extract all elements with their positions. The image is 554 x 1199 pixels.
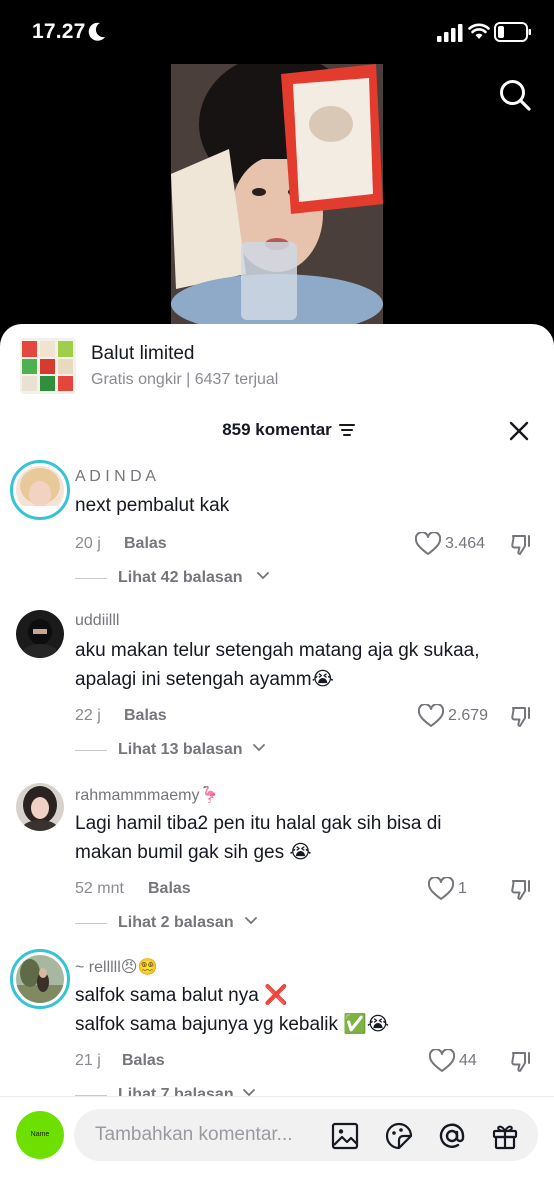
avatar[interactable]	[16, 610, 64, 658]
thumbs-down-icon[interactable]	[510, 705, 534, 729]
like-button[interactable]: 3.464	[415, 532, 495, 558]
close-icon[interactable]	[506, 418, 532, 444]
comments-count: 859 komentar	[222, 420, 332, 439]
like-button[interactable]: 2.679	[418, 704, 498, 730]
comment-item: ~ relllll😠😵‍💫 salfok sama balut nya ❌ sa…	[0, 949, 554, 1103]
filter-icon[interactable]	[339, 423, 355, 437]
comment-text-line: aku makan telur setengah matang aja gk s…	[75, 640, 480, 661]
thumbs-down-icon[interactable]	[510, 533, 534, 557]
reply-button[interactable]: Balas	[124, 707, 167, 725]
thumbs-down-icon[interactable]	[510, 878, 534, 902]
comment-time: 20 j	[75, 535, 101, 552]
comment-time: 52 mnt	[75, 880, 124, 897]
video-player[interactable]	[171, 64, 383, 326]
comment-text: salfok sama balut nya ❌ salfok sama baju…	[75, 981, 535, 1039]
replies-divider	[75, 578, 107, 579]
comments-header: 859 komentar	[0, 416, 554, 446]
comment-username[interactable]: rahmammmaemy🦩	[75, 785, 219, 805]
like-count: 2.679	[448, 707, 489, 724]
comment-username[interactable]: A D I N D A	[75, 468, 156, 486]
status-time: 17.27	[32, 20, 86, 43]
comment-text-line: Lagi hamil tiba2 pen itu halal gak sih b…	[75, 813, 442, 834]
view-replies-label: Lihat 13 balasan	[118, 741, 243, 758]
avatar[interactable]	[10, 949, 70, 1009]
comment-text: next pembalut kak	[75, 491, 535, 520]
comment-time: 22 j	[75, 707, 101, 724]
comment-item: uddiilll aku makan telur setengah matang…	[0, 610, 554, 760]
like-count: 3.464	[445, 535, 486, 552]
product-thumbnail	[20, 338, 76, 394]
avatar-image	[16, 610, 64, 658]
product-name: Balut limited	[91, 343, 195, 364]
comment-text: Lagi hamil tiba2 pen itu halal gak sih b…	[75, 809, 535, 867]
heart-icon	[418, 704, 444, 727]
comment-item: A D I N D A next pembalut kak 20 j Balas…	[0, 460, 554, 590]
comment-username[interactable]: uddiilll	[75, 612, 119, 630]
comment-username[interactable]: ~ relllll😠😵‍💫	[75, 957, 157, 977]
gift-icon[interactable]	[490, 1121, 520, 1151]
search-icon[interactable]	[498, 78, 532, 112]
video-frame-image	[171, 64, 383, 326]
battery-icon	[494, 22, 531, 42]
avatar[interactable]	[10, 460, 70, 520]
comment-time: 21 j	[75, 1052, 101, 1069]
sticker-icon[interactable]	[384, 1121, 414, 1151]
comment-text-line: salfok sama balut nya ❌	[75, 985, 288, 1006]
at-icon[interactable]	[437, 1121, 467, 1151]
like-button[interactable]: 44	[429, 1049, 499, 1075]
wifi-icon	[468, 23, 490, 39]
comment-item: rahmammmaemy🦩 Lagi hamil tiba2 pen itu h…	[0, 783, 554, 933]
reply-button[interactable]: Balas	[148, 880, 191, 898]
thumbs-down-icon[interactable]	[510, 1050, 534, 1074]
reply-button[interactable]: Balas	[122, 1052, 165, 1070]
view-replies-button[interactable]: Lihat 42 balasan	[75, 567, 315, 589]
signal-icon	[437, 24, 463, 42]
comment-text-line: salfok sama bajunya yg kebalik ✅😭	[75, 1014, 390, 1035]
heart-icon	[428, 877, 454, 900]
heart-icon	[429, 1049, 455, 1072]
replies-divider	[75, 750, 107, 751]
heart-icon	[415, 532, 441, 555]
avatar-image	[16, 783, 64, 831]
comment-input[interactable]: Tambahkan komentar...	[74, 1109, 538, 1161]
reply-button[interactable]: Balas	[124, 535, 167, 553]
comments-sheet: Balut limited Gratis ongkir | 6437 terju…	[0, 324, 554, 1199]
avatar-image	[16, 955, 64, 1003]
view-replies-button[interactable]: Lihat 2 balasan	[75, 912, 315, 934]
avatar[interactable]	[16, 783, 64, 831]
image-icon[interactable]	[330, 1121, 360, 1151]
comment-text-line: apalagi ini setengah ayamm😭	[75, 669, 334, 690]
view-replies-label: Lihat 2 balasan	[118, 914, 234, 931]
avatar-image	[16, 466, 64, 516]
view-replies-button[interactable]: Lihat 13 balasan	[75, 739, 315, 761]
product-card[interactable]: Balut limited Gratis ongkir | 6437 terju…	[20, 338, 540, 394]
comment-input-placeholder: Tambahkan komentar...	[95, 1124, 293, 1145]
my-avatar[interactable]: Name	[16, 1111, 64, 1159]
replies-divider	[75, 923, 107, 924]
moon-icon	[88, 22, 105, 41]
comment-text-line: next pembalut kak	[75, 495, 230, 516]
comment-text: aku makan telur setengah matang aja gk s…	[75, 636, 535, 694]
status-bar: 17.27	[0, 0, 554, 64]
like-count: 1	[458, 880, 467, 897]
chevron-down-icon	[245, 917, 257, 925]
chevron-down-icon	[253, 744, 265, 752]
comment-input-bar: Name Tambahkan komentar...	[0, 1096, 554, 1199]
view-replies-label: Lihat 42 balasan	[118, 569, 243, 586]
product-subtitle: Gratis ongkir | 6437 terjual	[91, 371, 279, 388]
like-count: 44	[459, 1052, 477, 1069]
comment-text-line: makan bumil gak sih ges 😭	[75, 842, 312, 863]
chevron-down-icon	[257, 572, 269, 580]
like-button[interactable]: 1	[428, 877, 488, 903]
